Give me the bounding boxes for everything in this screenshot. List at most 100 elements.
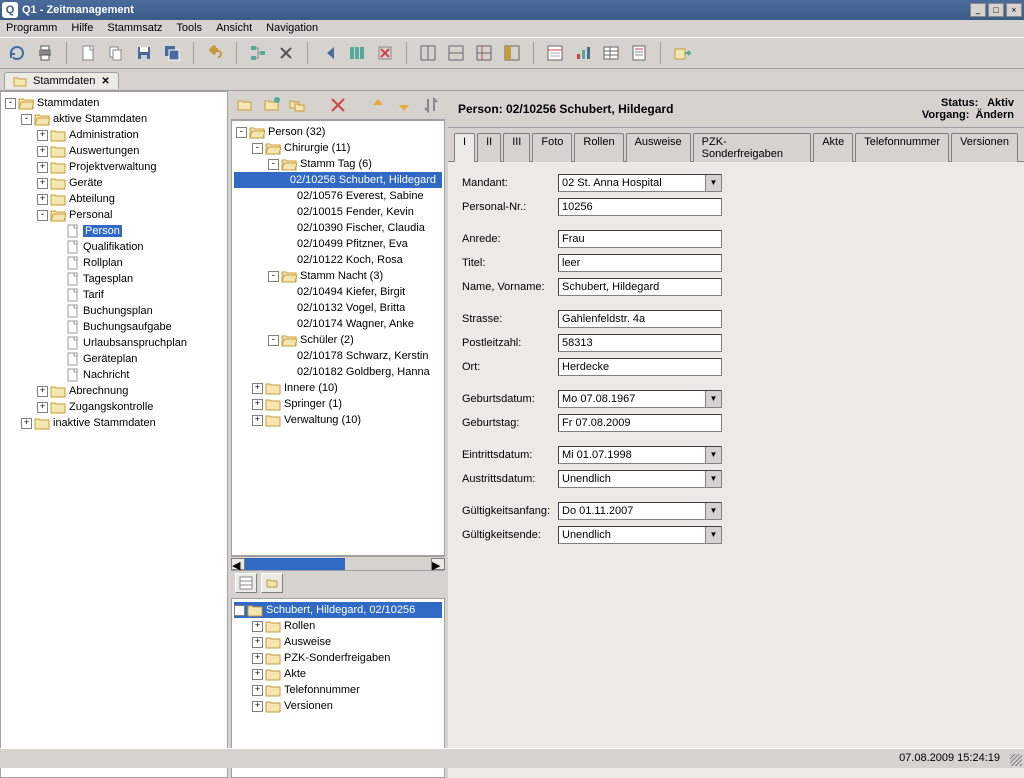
tree-item[interactable]: +Innere (10) [234,380,442,396]
form-tab-akte[interactable]: Akte [813,133,853,162]
tree-item[interactable]: 02/10494 Kiefer, Birgit [234,284,442,300]
austritt-field[interactable]: Unendlich▼ [558,470,722,488]
tool-print-icon[interactable] [34,42,56,64]
expand-toggle[interactable] [284,223,295,234]
maximize-button[interactable]: □ [988,3,1004,17]
chevron-down-icon[interactable]: ▼ [705,447,721,463]
tree-item[interactable]: 02/10182 Goldberg, Hanna [234,364,442,380]
tool-saveall-icon[interactable] [161,42,183,64]
tree-item[interactable]: -Stamm Nacht (3) [234,268,442,284]
delete-icon[interactable] [328,94,348,116]
gueltig-ende-field[interactable]: Unendlich▼ [558,526,722,544]
minimize-button[interactable]: _ [970,3,986,17]
detail-item[interactable]: +PZK-Sonderfreigaben [234,650,442,666]
expand-toggle[interactable] [53,306,64,317]
horizontal-scrollbar[interactable]: ◀ ▶ [231,556,445,570]
menu-programm[interactable]: Programm [6,22,57,34]
menu-tools[interactable]: Tools [176,22,202,34]
tree-item[interactable]: 02/10390 Fischer, Claudia [234,220,442,236]
expand-toggle[interactable] [284,175,288,186]
tool-chart-icon[interactable] [572,42,594,64]
tool-copy-icon[interactable] [105,42,127,64]
tree-item[interactable]: +Geräte [3,175,225,191]
expand-toggle[interactable]: + [37,162,48,173]
tool-undo-icon[interactable] [204,42,226,64]
titel-field[interactable]: leer [558,254,722,272]
expand-toggle[interactable]: + [21,418,32,429]
tree-item[interactable]: +Projektverwaltung [3,159,225,175]
menu-navigation[interactable]: Navigation [266,22,318,34]
tree-item[interactable]: Tarif [3,287,225,303]
tree-item[interactable]: 02/10576 Everest, Sabine [234,188,442,204]
tree-item[interactable]: Urlaubsanspruchplan [3,335,225,351]
expand-toggle[interactable]: + [252,637,263,648]
tree-item[interactable]: +Abrechnung [3,383,225,399]
expand-toggle[interactable]: + [252,669,263,680]
form-tab-versionen[interactable]: Versionen [951,133,1018,162]
expand-toggle[interactable]: + [252,399,263,410]
expand-toggle[interactable] [53,370,64,381]
tool-view3-icon[interactable] [473,42,495,64]
document-tab[interactable]: Stammdaten ✕ [4,72,119,89]
expand-toggle[interactable]: + [252,383,263,394]
chevron-down-icon[interactable]: ▼ [705,391,721,407]
move-up-icon[interactable] [368,94,388,116]
detail-item[interactable]: +Versionen [234,698,442,714]
expand-toggle[interactable] [53,322,64,333]
tree-item[interactable]: -Person (32) [234,124,442,140]
detail-item[interactable]: +Rollen [234,618,442,634]
expand-toggle[interactable] [53,274,64,285]
tree-item[interactable]: Nachricht [3,367,225,383]
tree-item[interactable]: +Administration [3,127,225,143]
tree-item[interactable]: Tagesplan [3,271,225,287]
tree-item[interactable]: +Verwaltung (10) [234,412,442,428]
form-tab-telefonnummer[interactable]: Telefonnummer [855,133,949,162]
expand-toggle[interactable] [284,319,295,330]
expand-toggle[interactable] [284,255,295,266]
expand-toggle[interactable]: + [37,194,48,205]
form-tab-iii[interactable]: III [503,133,530,162]
geburtsdatum-field[interactable]: Mo 07.08.1967▼ [558,390,722,408]
expand-toggle[interactable]: + [37,130,48,141]
expand-toggle[interactable] [284,303,295,314]
person-tree[interactable]: -Person (32)-Chirurgie (11)-Stamm Tag (6… [231,120,445,556]
tree-item[interactable]: -Stammdaten [3,95,225,111]
form-tab-i[interactable]: I [454,133,475,162]
ort-field[interactable]: Herdecke [558,358,722,376]
expand-toggle[interactable]: - [37,210,48,221]
tree-item[interactable]: -aktive Stammdaten [3,111,225,127]
tree-item[interactable]: 02/10178 Schwarz, Kerstin [234,348,442,364]
expand-toggle[interactable]: - [21,114,32,125]
tree-item[interactable]: Buchungsplan [3,303,225,319]
detail-item[interactable]: +Telefonnummer [234,682,442,698]
detail-root[interactable]: - Schubert, Hildegard, 02/10256 [234,602,442,618]
tree-item[interactable]: 02/10499 Pfitzner, Eva [234,236,442,252]
form-tab-foto[interactable]: Foto [532,133,572,162]
chevron-down-icon[interactable]: ▼ [705,175,721,191]
name-field[interactable]: Schubert, Hildegard [558,278,722,296]
new-folder-icon[interactable] [235,94,255,116]
expand-toggle[interactable]: + [37,402,48,413]
sort-icon[interactable] [421,94,441,116]
expand-toggle[interactable] [53,354,64,365]
tree-item[interactable]: Geräteplan [3,351,225,367]
tree-item[interactable]: -Schüler (2) [234,332,442,348]
mandant-combo[interactable]: 02 St. Anna Hospital▼ [558,174,722,192]
expand-toggle[interactable] [284,287,295,298]
tree-item[interactable]: -Personal [3,207,225,223]
expand-toggle[interactable]: + [252,701,263,712]
tree-item[interactable]: +Auswertungen [3,143,225,159]
expand-toggle[interactable] [284,367,295,378]
expand-toggle[interactable]: + [252,685,263,696]
chevron-down-icon[interactable]: ▼ [705,503,721,519]
tree-item[interactable]: Buchungsaufgabe [3,319,225,335]
expand-toggle[interactable]: - [252,143,263,154]
tool-first-icon[interactable] [318,42,340,64]
tree-item[interactable]: 02/10015 Fender, Kevin [234,204,442,220]
form-tab-ii[interactable]: II [477,133,501,162]
gueltig-anfang-field[interactable]: Do 01.11.2007▼ [558,502,722,520]
tool-view4-icon[interactable] [501,42,523,64]
menu-stammsatz[interactable]: Stammsatz [107,22,162,34]
expand-toggle[interactable] [284,351,295,362]
expand-toggle[interactable] [284,207,295,218]
